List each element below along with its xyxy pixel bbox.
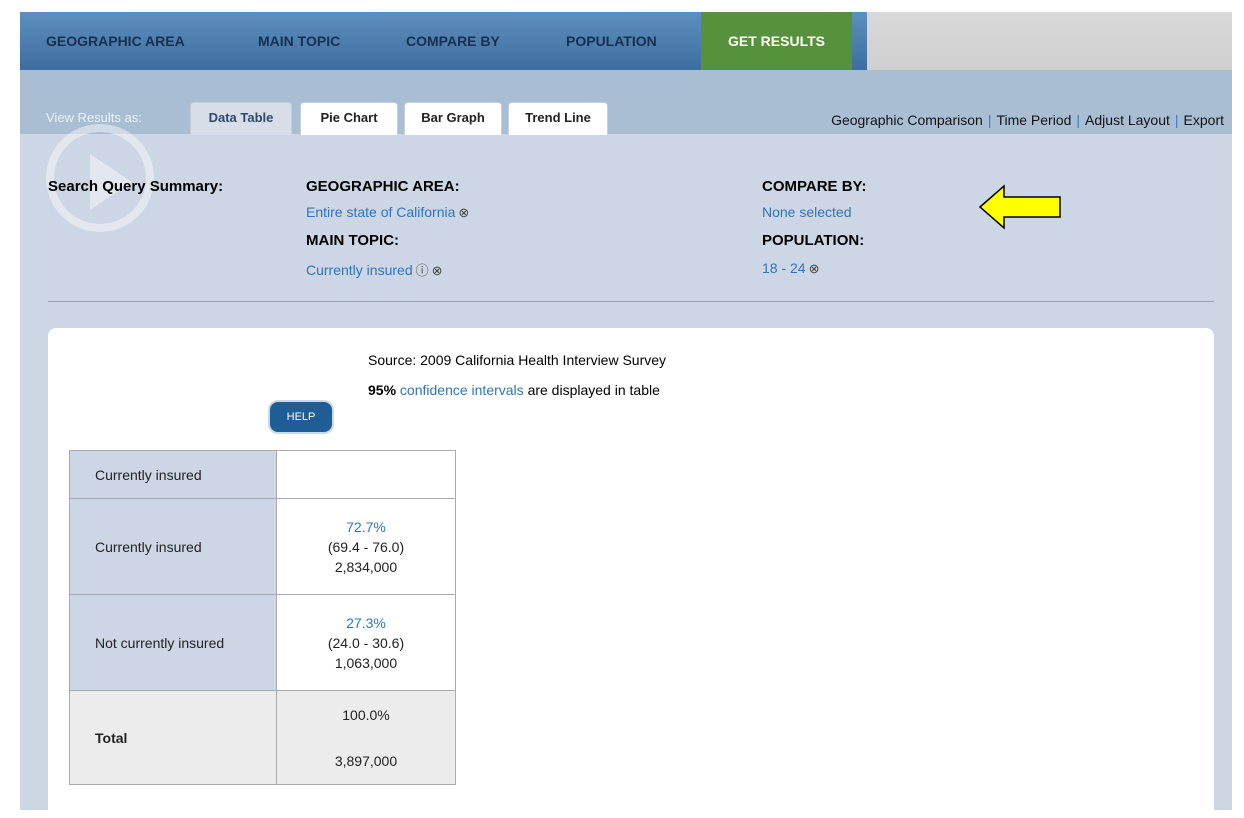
app-frame: GEOGRAPHIC AREA MAIN TOPIC COMPARE BY PO… (20, 12, 1232, 818)
confidence-note: 95% confidence intervals are displayed i… (368, 382, 660, 398)
separator: | (987, 112, 992, 128)
confidence-intervals-link[interactable]: confidence intervals (400, 382, 524, 398)
link-adjust-layout[interactable]: Adjust Layout (1085, 112, 1170, 128)
row-values: 72.7% (69.4 - 76.0) 2,834,000 (276, 498, 456, 595)
link-export[interactable]: Export (1184, 112, 1224, 128)
main-topic-label: MAIN TOPIC: (306, 232, 400, 249)
tab-pie-chart[interactable]: Pie Chart (300, 102, 398, 135)
main-topic-value[interactable]: Currently insured ⓘ ⊗ (306, 260, 443, 279)
ci-rest: are displayed in table (527, 382, 660, 398)
row-count: 1,063,000 (334, 654, 398, 671)
population-label: POPULATION: (762, 232, 865, 249)
step-get-results-label: GET RESULTS (728, 33, 825, 49)
table-row: Currently insured 72.7% (69.4 - 76.0) 2,… (69, 498, 456, 595)
separator: | (1174, 112, 1179, 128)
help-button[interactable]: HELP (270, 402, 332, 432)
geo-area-value[interactable]: Entire state of California ⊗ (306, 204, 469, 221)
step-geographic-area[interactable]: GEOGRAPHIC AREA (46, 12, 185, 70)
row-label: Currently insured (69, 498, 277, 595)
total-percent: 100.0% (342, 706, 390, 723)
geo-area-label: GEOGRAPHIC AREA: (306, 178, 460, 195)
results-panel: Source: 2009 California Health Interview… (48, 328, 1214, 818)
compare-by-value[interactable]: None selected (762, 204, 852, 220)
ci-percent: 95% (368, 382, 397, 398)
row-count: 2,834,000 (334, 558, 398, 575)
link-time-period[interactable]: Time Period (996, 112, 1071, 128)
tab-trend-line[interactable]: Trend Line (508, 102, 608, 135)
search-query-summary-title: Search Query Summary: (48, 178, 224, 195)
population-text: 18 - 24 (762, 260, 806, 276)
total-label: Total (69, 690, 277, 785)
link-geographic-comparison[interactable]: Geographic Comparison (831, 112, 983, 128)
geo-area-text: Entire state of California (306, 204, 456, 220)
yellow-arrow-icon (978, 184, 1061, 230)
table-header-label: Currently insured (69, 450, 277, 499)
main-topic-text: Currently insured (306, 262, 413, 278)
table-total-row: Total 100.0% 3,897,000 (69, 690, 456, 785)
remove-icon[interactable]: ⊗ (458, 205, 469, 220)
row-ci: (24.0 - 30.6) (327, 634, 405, 651)
step-compare-by[interactable]: COMPARE BY (406, 12, 500, 70)
total-count: 3,897,000 (334, 752, 398, 769)
row-values: 27.3% (24.0 - 30.6) 1,063,000 (276, 594, 456, 691)
row-label: Not currently insured (69, 594, 277, 691)
row-ci: (69.4 - 76.0) (327, 538, 405, 555)
results-table: Currently insured Currently insured 72.7… (69, 450, 456, 785)
step-get-results[interactable]: GET RESULTS (701, 12, 852, 86)
wizard-bar: GEOGRAPHIC AREA MAIN TOPIC COMPARE BY PO… (20, 12, 1232, 86)
view-results-label: View Results as: (46, 110, 142, 125)
wizard-steps: GEOGRAPHIC AREA MAIN TOPIC COMPARE BY PO… (20, 12, 867, 86)
compare-by-label: COMPARE BY: (762, 178, 867, 195)
table-header-blank (276, 450, 456, 499)
row-percent[interactable]: 72.7% (278, 517, 454, 537)
result-options: Geographic Comparison | Time Period | Adjust… (831, 112, 1224, 128)
total-spacer (278, 725, 454, 751)
help-circle-icon[interactable]: ⓘ (416, 263, 429, 278)
population-value[interactable]: 18 - 24 ⊗ (762, 260, 820, 277)
source-text: Source: 2009 California Health Interview… (368, 352, 667, 368)
step-population[interactable]: POPULATION (566, 12, 657, 70)
tab-data-table[interactable]: Data Table (190, 102, 292, 135)
remove-icon[interactable]: ⊗ (432, 263, 443, 278)
total-values: 100.0% 3,897,000 (276, 690, 456, 785)
separator: | (1076, 112, 1081, 128)
table-row: Not currently insured 27.3% (24.0 - 30.6… (69, 594, 456, 691)
remove-icon[interactable]: ⊗ (809, 261, 820, 276)
step-main-topic[interactable]: MAIN TOPIC (258, 12, 340, 70)
table-header-row: Currently insured (69, 450, 456, 499)
view-tabs-row: View Results as: Data Table Pie Chart Ba… (20, 70, 1232, 135)
tab-bar-graph[interactable]: Bar Graph (404, 102, 502, 135)
row-percent[interactable]: 27.3% (278, 613, 454, 633)
summary-divider (48, 301, 1214, 302)
